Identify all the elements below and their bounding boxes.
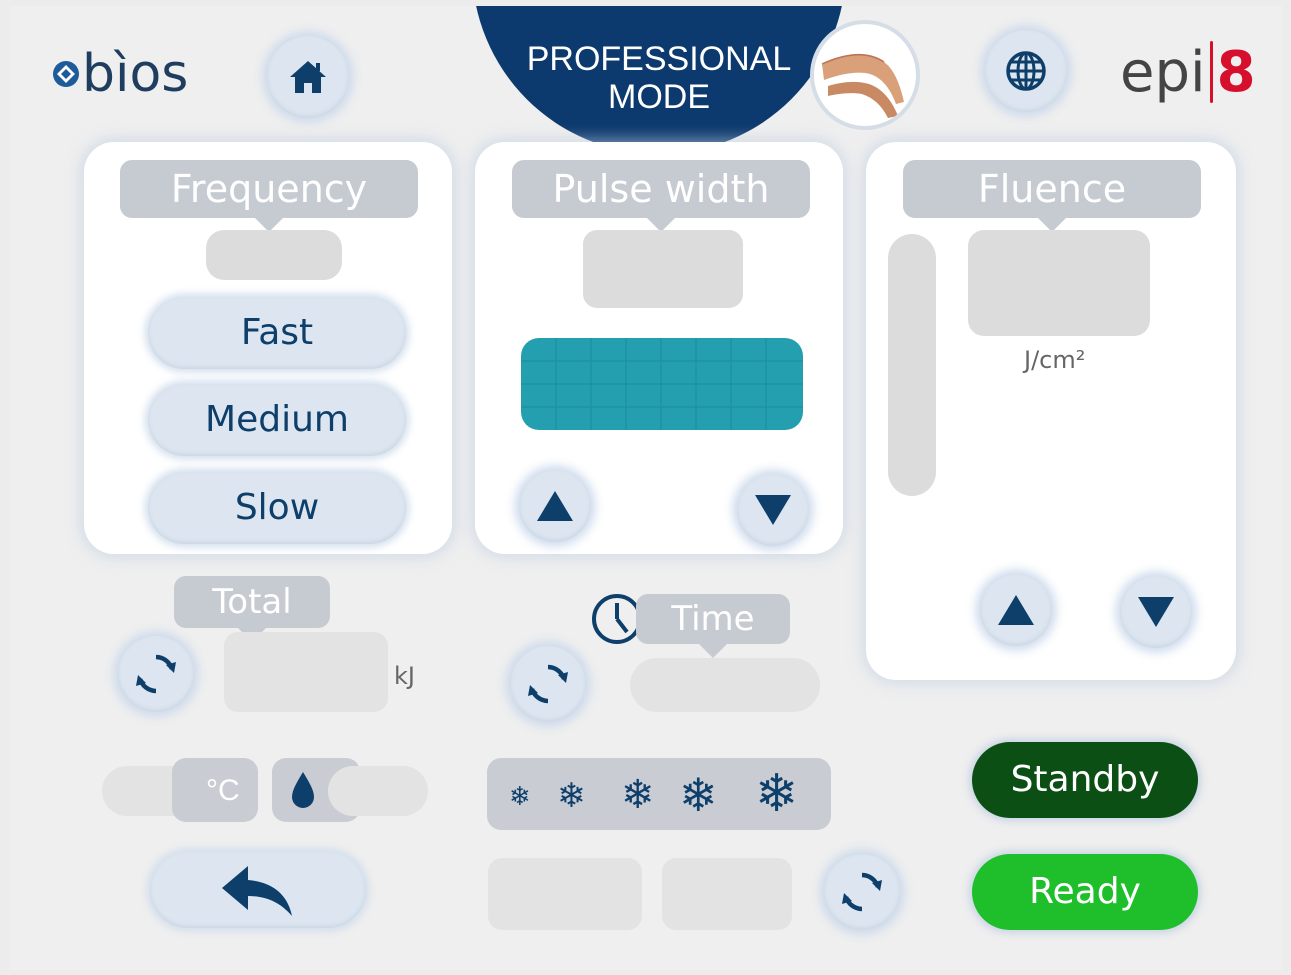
snowflake-icon[interactable]: ❄ xyxy=(679,768,718,822)
pulse-width-up-button[interactable] xyxy=(519,470,591,542)
pulse-width-label-text: Pulse width xyxy=(552,167,770,211)
ready-button[interactable]: Ready xyxy=(972,854,1198,930)
frequency-panel: Frequency Fast Medium Slow xyxy=(84,142,452,554)
time-value xyxy=(630,658,820,712)
pulse-width-down-button[interactable] xyxy=(737,474,809,546)
fluence-slider-track[interactable] xyxy=(888,234,936,496)
total-reset-button[interactable] xyxy=(118,636,194,712)
bios-logo-text: bìos xyxy=(82,44,189,104)
arrow-down-icon xyxy=(1138,597,1174,627)
arrow-up-icon xyxy=(537,491,573,521)
snowflake-icon[interactable]: ❄ xyxy=(557,776,586,816)
droplet-icon xyxy=(292,772,314,808)
refresh-icon xyxy=(136,654,176,694)
arrow-down-icon xyxy=(755,495,791,525)
pulse-width-label: Pulse width xyxy=(512,160,810,232)
frequency-label: Frequency xyxy=(120,160,418,232)
epil8-logo-divider xyxy=(1209,41,1213,103)
arrow-up-icon xyxy=(998,595,1034,625)
pulse-width-value xyxy=(583,230,743,308)
language-button[interactable] xyxy=(985,30,1067,112)
pulse-width-panel: Pulse width xyxy=(475,142,843,554)
mode-title-line2: MODE xyxy=(608,78,710,116)
refresh-icon xyxy=(842,872,882,912)
frequency-label-text: Frequency xyxy=(170,167,368,211)
home-button[interactable] xyxy=(267,36,349,118)
home-icon xyxy=(290,61,326,93)
fluence-down-button[interactable] xyxy=(1120,576,1192,648)
mode-header: PROFESSIONAL MODE xyxy=(472,6,846,154)
bios-logo: bìos xyxy=(52,44,188,104)
pulse-width-graph xyxy=(521,338,803,430)
temperature-unit-box: °C xyxy=(172,758,258,822)
back-arrow-icon xyxy=(222,866,292,916)
fluence-label-text: Fluence xyxy=(977,167,1127,211)
pulse-width-grid xyxy=(521,338,803,430)
cooling-level-selector: ❄ ❄ ❄ ❄ ❄ xyxy=(487,758,831,830)
back-button[interactable] xyxy=(150,852,366,928)
snowflake-icon[interactable]: ❄ xyxy=(755,764,799,824)
total-label: Total xyxy=(174,576,330,642)
fluence-value xyxy=(968,230,1150,336)
counter-value-2 xyxy=(662,858,792,930)
refresh-icon xyxy=(528,664,568,704)
total-label-text: Total xyxy=(212,582,292,622)
total-unit: kJ xyxy=(394,662,415,690)
mode-title-line1: PROFESSIONAL xyxy=(526,40,792,78)
treatment-area-image[interactable] xyxy=(810,20,920,130)
temperature-unit: °C xyxy=(206,774,240,807)
frequency-value xyxy=(206,230,342,280)
fluence-up-button[interactable] xyxy=(980,574,1052,646)
counter-value-1 xyxy=(488,858,642,930)
bios-logo-mark xyxy=(53,61,79,87)
legs-image xyxy=(821,53,904,118)
time-label-text: Time xyxy=(671,599,755,639)
standby-button[interactable]: Standby xyxy=(972,742,1198,818)
total-value xyxy=(224,632,388,712)
device-screen: PROFESSIONAL MODE bìos epi 8 Frequency F… xyxy=(10,6,1282,970)
time-label: Time xyxy=(636,594,790,658)
snowflake-icon[interactable]: ❄ xyxy=(509,782,531,812)
humidity-value xyxy=(328,766,428,816)
fluence-unit: J/cm² xyxy=(1024,346,1086,374)
frequency-slow-button[interactable]: Slow xyxy=(148,472,406,544)
time-reset-button[interactable] xyxy=(510,646,586,722)
epil8-logo-text: epi xyxy=(1120,39,1206,105)
epil8-logo: epi 8 xyxy=(1120,32,1256,112)
fluence-panel: Fluence J/cm² xyxy=(866,142,1236,680)
frequency-medium-button[interactable]: Medium xyxy=(148,384,406,456)
frequency-fast-button[interactable]: Fast xyxy=(148,297,406,369)
epil8-logo-mark: 8 xyxy=(1216,39,1256,105)
counter-reset-button[interactable] xyxy=(824,854,900,930)
snowflake-icon[interactable]: ❄ xyxy=(621,772,655,818)
fluence-label: Fluence xyxy=(903,160,1201,232)
globe-icon xyxy=(1006,51,1046,91)
